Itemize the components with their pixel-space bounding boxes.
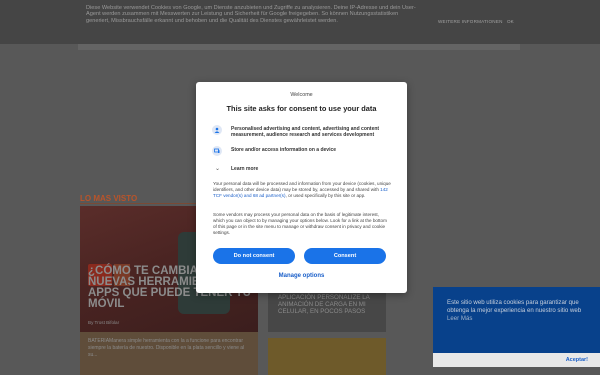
paragraph-text: Your personal data will be processed and… bbox=[213, 181, 391, 192]
user-ads-icon bbox=[212, 125, 222, 135]
consent-button[interactable]: Consent bbox=[304, 248, 386, 264]
featured-description-box: BATERIAManera simple herramienta con la … bbox=[80, 332, 258, 375]
cookie-notice-message: Este sitio web utiliza cookies para gara… bbox=[447, 299, 582, 315]
purpose-label: Personalised advertising and content, ad… bbox=[231, 126, 380, 139]
accept-cookies-button[interactable]: Aceptar! bbox=[433, 353, 600, 367]
consent-dialog: Welcome This site asks for consent to us… bbox=[196, 82, 407, 293]
cookie-notice-text: Este sitio web utiliza cookies para gara… bbox=[447, 299, 593, 323]
ok-button[interactable]: OK bbox=[507, 19, 514, 24]
chevron-down-icon[interactable]: ⌄ bbox=[215, 165, 220, 172]
section-title: LO MAS VISTO bbox=[80, 194, 138, 203]
purpose-label: Store and/or access information on a dev… bbox=[231, 147, 337, 153]
top-cookie-banner: Diese Website verwendet Cookies von Goog… bbox=[0, 0, 600, 44]
dialog-welcome: Welcome bbox=[290, 92, 313, 98]
top-cookie-banner-text: Diese Website verwendet Cookies von Goog… bbox=[86, 5, 416, 24]
more-information-link[interactable]: WEITERE INFORMATIONEN bbox=[438, 19, 503, 24]
dialog-heading: This site asks for consent to use your d… bbox=[226, 104, 377, 113]
cookie-notice: Este sitio web utiliza cookies para gara… bbox=[433, 287, 600, 353]
side-article-title[interactable]: APLICACIÓN PERSONALIZE LA ANIMACIÓN DE C… bbox=[278, 294, 384, 315]
consent-paragraph-2: Some vendors may process your personal d… bbox=[213, 212, 387, 235]
consent-paragraph-1: Your personal data will be processed and… bbox=[213, 181, 391, 199]
device-icon bbox=[212, 146, 222, 156]
read-more-link[interactable]: Leer Más bbox=[447, 315, 472, 322]
side-article-card[interactable]: APLICACIÓN PERSONALIZE LA ANIMACIÓN DE C… bbox=[268, 290, 386, 332]
featured-description: BATERIAManera simple herramienta con la … bbox=[88, 338, 245, 358]
do-not-consent-button[interactable]: Do not consent bbox=[213, 248, 295, 264]
manage-options-link[interactable]: Manage options bbox=[196, 273, 407, 279]
page-header-strip bbox=[78, 44, 520, 50]
learn-more-label[interactable]: Learn more bbox=[231, 166, 389, 172]
paragraph-text: , or used specifically by this site or a… bbox=[285, 193, 366, 198]
featured-author: By Trost Bifolar bbox=[88, 320, 120, 325]
side-article-thumbnail[interactable] bbox=[268, 338, 386, 375]
